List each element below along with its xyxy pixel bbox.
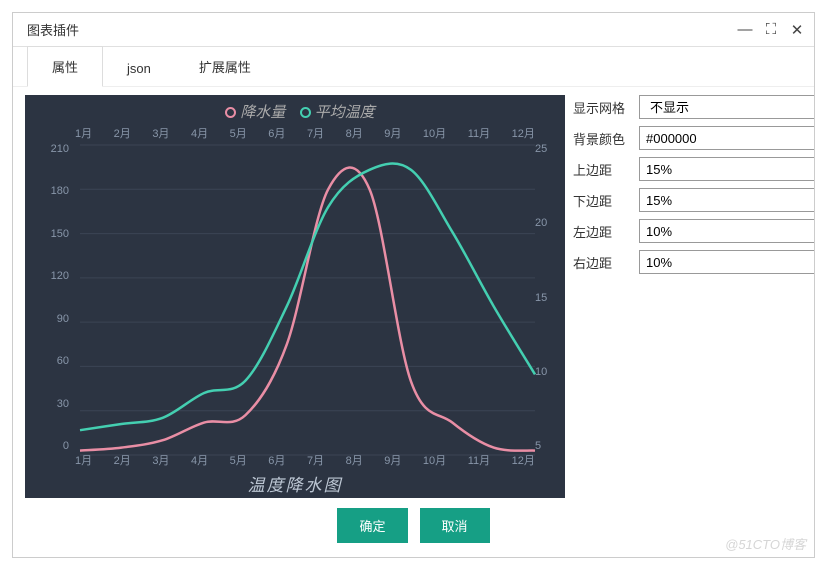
field-label: 显示网格 [573,98,639,117]
window-title: 图表插件 [27,20,79,39]
pad-left-input[interactable] [639,219,814,243]
titlebar: 图表插件 — ⛶ ✕ [13,13,814,47]
tick-label: 5月 [230,452,247,468]
tab-extended[interactable]: 扩展属性 [175,47,275,86]
field-label: 下边距 [573,191,639,210]
tick-label: 8月 [346,452,363,468]
properties-form: 显示网格 不显示 背景颜色 上边距 下边距 [573,95,814,490]
field-label: 上边距 [573,160,639,179]
minimize-icon[interactable]: — [734,19,756,41]
tick-label: 3月 [152,452,169,468]
maximize-icon[interactable]: ⛶ [760,19,782,41]
tick-label: 7月 [307,452,324,468]
ok-button[interactable]: 确定 [337,508,407,543]
tick-label: 11月 [468,452,490,468]
chart-title: 温度降水图 [25,471,565,496]
tab-bar: 属性 json 扩展属性 [13,47,814,87]
pad-right-input[interactable] [639,250,814,274]
field-label: 右边距 [573,253,639,272]
pad-bottom-input[interactable] [639,188,814,212]
pad-top-input[interactable] [639,157,814,181]
tick-label: 9月 [384,452,401,468]
tab-attributes[interactable]: 属性 [27,46,103,87]
field-label: 左边距 [573,222,639,241]
show-grid-select[interactable]: 不显示 [639,95,814,119]
tick-label: 1月 [75,452,92,468]
tick-label: 12月 [512,452,535,468]
window-controls: — ⛶ ✕ [734,19,808,41]
bg-color-input[interactable] [639,126,814,150]
watermark: @51CTO博客 [725,534,806,553]
tick-label: 2月 [114,452,131,468]
chart-preview: 降水量 平均温度 1月2月3月4月5月6月7月8月9月10月11月12月 210… [25,95,565,498]
dialog-window: 图表插件 — ⛶ ✕ 属性 json 扩展属性 降水量 平均温度 1月2月3月4… [12,12,815,558]
dialog-footer: 确定 取消 [13,498,814,557]
tick-label: 10月 [423,452,446,468]
tab-json[interactable]: json [103,51,175,86]
content-area: 降水量 平均温度 1月2月3月4月5月6月7月8月9月10月11月12月 210… [13,87,814,498]
cancel-button[interactable]: 取消 [420,508,490,543]
field-label: 背景颜色 [573,129,639,148]
close-icon[interactable]: ✕ [786,19,808,41]
properties-panel: 显示网格 不显示 背景颜色 上边距 下边距 [565,95,814,490]
chart-plot [25,95,565,498]
tick-label: 4月 [191,452,208,468]
tick-label: 6月 [268,452,285,468]
x-axis-bottom: 1月 2月 3月 4月 5月 6月 7月 8月 9月 10月 11月 12月 [75,452,535,468]
